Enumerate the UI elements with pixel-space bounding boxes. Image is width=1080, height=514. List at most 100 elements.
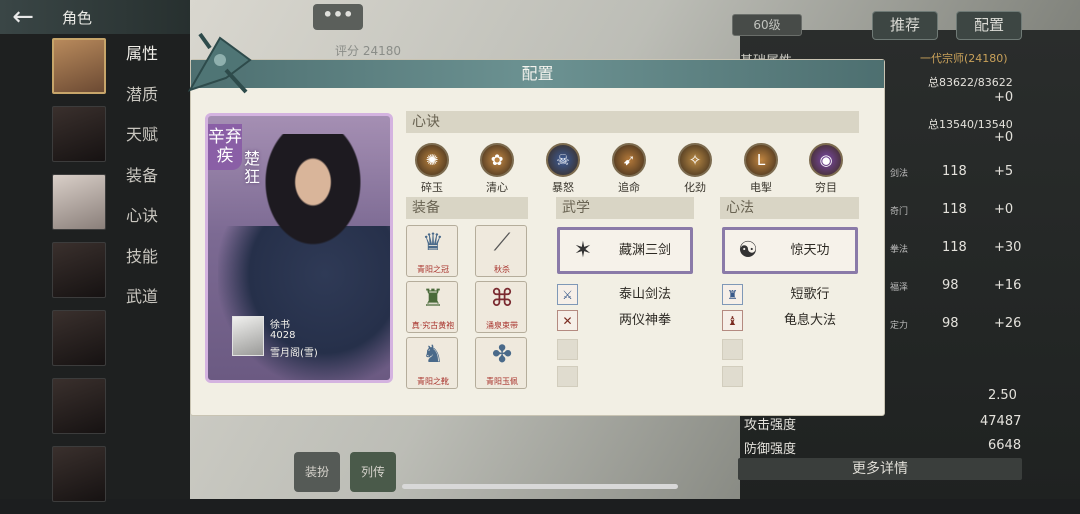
menu-item-attributes[interactable]: 属性 [126,42,174,83]
character-portrait-head [258,134,368,254]
xinjue-icon: ☠ [546,143,580,177]
recommend-button[interactable]: 推荐 [872,11,938,40]
score-text: 评分 24180 [335,44,401,58]
xinjue-item[interactable]: ✧ 化劲 [673,143,717,195]
character-avatar[interactable] [52,174,106,230]
skill-name: 泰山剑法 [618,287,671,302]
chat-button[interactable]: ••• [313,4,363,30]
character-avatar[interactable] [52,242,106,298]
character-avatar[interactable] [52,106,106,162]
side-menu: 属性 潜质 天赋 装备 心诀 技能 武道 [126,42,174,326]
empty-skill-slot[interactable] [557,366,578,387]
boots-icon: ♞ [422,340,444,368]
xinjue-icon: L [744,143,778,177]
meditation-skill-icon: ♜ [722,284,743,305]
fist-skill-icon: ✕ [557,310,578,331]
helmet-icon: ♛ [422,228,444,256]
attr-delta: +16 [994,278,1022,293]
character-avatar[interactable] [52,38,106,94]
equip-slot-helmet[interactable]: ♛ 青阳之冠 [406,225,458,277]
xinjue-icon: ◉ [809,143,843,177]
character-avatar[interactable] [52,446,106,502]
menu-item-potential[interactable]: 潜质 [126,83,174,124]
tab-biography[interactable]: 列传 [350,452,396,492]
menu-item-wudao[interactable]: 武道 [126,285,174,326]
pendant-icon: ✤ [491,340,513,368]
extra-value: 2.50 [988,388,1017,403]
belt-icon: ⌘ [490,284,514,312]
player-avatar [232,316,264,356]
xinjue-label: 碎玉 [421,181,443,194]
xinjue-item[interactable]: ◉ 穷目 [804,143,848,195]
player-info: 徐书 4028 雪月阁(雪) [232,316,382,366]
empty-skill-slot[interactable] [722,366,743,387]
sword-skill-icon: ⚔ [557,284,578,305]
hp-delta: +0 [994,90,1014,105]
xinjue-item[interactable]: L 电掣 [739,143,783,195]
wuxue-skill[interactable]: ⚔ 泰山剑法 [557,284,693,306]
ornament-icon [187,32,252,94]
page-title: 角色 [62,8,93,27]
player-score: 4028 [270,330,296,341]
menu-item-xinjue[interactable]: 心诀 [126,204,174,245]
xinfa-skill[interactable]: ♝ 龟息大法 [722,310,858,332]
character-name: 辛弃疾 [208,124,242,170]
xinjue-icon: ✧ [678,143,712,177]
config-button[interactable]: 配置 [956,11,1022,40]
mp-delta: +0 [994,130,1014,145]
skill-name: 藏渊三剑 [618,243,671,258]
attr-delta: +0 [994,202,1014,217]
sword-skill-icon: ✶ [573,238,593,263]
menu-item-talent[interactable]: 天赋 [126,123,174,164]
equip-slot-robe[interactable]: ♜ 真·究古黄袍 [406,281,458,333]
player-guild: 雪月阁(雪) [270,348,318,359]
attr-delta: +26 [994,316,1022,331]
wuxue-main-skill[interactable]: ✶ 藏渊三剑 [557,227,693,274]
equip-label: 秋杀 [494,265,510,274]
character-title: 楚狂 [243,149,260,186]
wuxue-header: 武学 [556,197,694,219]
equip-label: 青阳之冠 [417,265,449,274]
tab-dressup[interactable]: 装扮 [294,452,340,492]
meditation-skill-icon: ♝ [722,310,743,331]
xinjue-label: 清心 [486,181,508,194]
equip-label: 青阳玉佩 [486,377,518,386]
attack-value: 47487 [980,414,1022,429]
home-indicator [402,484,678,489]
equip-slot-boots[interactable]: ♞ 青阳之靴 [406,337,458,389]
equip-slot-weapon[interactable]: ⟋ 秋杀 [475,225,527,277]
level-badge: 60级 [732,14,802,36]
xinjue-item[interactable]: ☠ 暴怒 [541,143,585,195]
xinfa-skill[interactable]: ♜ 短歌行 [722,284,858,306]
attr-delta: +5 [994,164,1014,179]
skill-name: 短歌行 [790,287,830,302]
xinfa-header: 心法 [720,197,859,219]
xinfa-main-skill[interactable]: ☯ 惊天功 [722,227,858,274]
xinjue-label: 追命 [618,181,640,194]
modal-title: 配置 [191,60,884,88]
empty-skill-slot[interactable] [722,339,743,360]
defense-label: 防御强度 [744,442,797,457]
xinjue-item[interactable]: ➹ 追命 [607,143,651,195]
menu-item-skills[interactable]: 技能 [126,245,174,286]
character-card[interactable]: 辛弃疾 楚狂 徐书 4028 雪月阁(雪) [205,113,393,383]
character-avatar[interactable] [52,310,106,366]
more-details-button[interactable]: 更多详情 [738,458,1022,480]
equip-slot-pendant[interactable]: ✤ 青阳玉佩 [475,337,527,389]
xinjue-label: 暴怒 [552,181,574,194]
xinjue-label: 穷目 [815,181,837,194]
skill-name: 两仪神拳 [618,313,671,328]
back-arrow-icon[interactable]: ← [0,0,46,34]
sword-icon: ⟋ [493,228,511,256]
empty-skill-slot[interactable] [557,339,578,360]
equip-slot-belt[interactable]: ⌘ 涌泉束带 [475,281,527,333]
equip-label: 真·究古黄袍 [411,321,455,330]
wuxue-skill[interactable]: ✕ 两仪神拳 [557,310,693,332]
character-avatar[interactable] [52,378,106,434]
xinjue-item[interactable]: ✿ 清心 [475,143,519,195]
player-name: 徐书 [270,320,290,331]
menu-item-equipment[interactable]: 装备 [126,164,174,205]
equip-label: 涌泉束带 [486,321,518,330]
xinjue-item[interactable]: ✺ 碎玉 [410,143,454,195]
skill-name: 惊天功 [790,243,830,258]
